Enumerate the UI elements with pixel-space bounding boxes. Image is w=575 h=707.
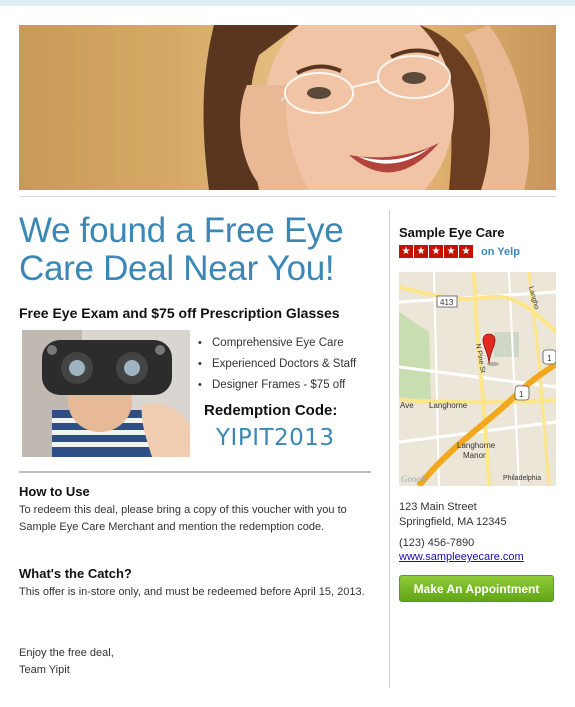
star-icon: ★ (429, 245, 443, 258)
section-divider (19, 471, 371, 473)
star-icon: ★ (399, 245, 413, 258)
yelp-rating-stars: ★ ★ ★ ★ ★ (399, 245, 473, 258)
merchant-name: Sample Eye Care (399, 225, 505, 240)
make-appointment-button[interactable]: Make An Appointment (399, 575, 554, 602)
address-line: 123 Main Street (399, 501, 477, 513)
catch-text: This offer is in-store only, and must be… (19, 586, 365, 598)
merchant-website-link[interactable]: www.sampleeyecare.com (399, 551, 524, 563)
merchant-phone: (123) 456-7890 (399, 537, 475, 549)
hero-banner-image (19, 25, 556, 190)
list-item: • Experienced Doctors & Staff (198, 358, 357, 370)
top-divider (19, 196, 556, 197)
top-strip (0, 0, 575, 6)
map-label: Langhorne (457, 441, 496, 450)
signoff: Enjoy the free deal, Team Yipit (19, 645, 319, 679)
star-icon: ★ (444, 245, 458, 258)
map-label: Philadelphia (503, 475, 541, 482)
signoff-line: Enjoy the free deal, (19, 647, 114, 659)
map-label: 413 (440, 298, 454, 307)
map-label: Google (401, 474, 428, 484)
eye-exam-photo (22, 330, 190, 457)
feature-list: • Comprehensive Eye Care • Experienced Doc… (198, 333, 356, 396)
location-map[interactable]: 413 N Pine St Langhorne Ave 1 1 Langhorn… (399, 272, 556, 486)
address-line: Springfield, MA 12345 (399, 516, 507, 528)
map-label: 1 (547, 354, 552, 363)
redemption-code: YIPIT2013 (216, 425, 335, 451)
list-item: • Comprehensive Eye Care (198, 337, 344, 349)
signoff-signature: Team Yipit (19, 664, 70, 676)
map-label: Manor (463, 451, 486, 460)
how-to-use-text: To redeem this deal, please bring a copy… (19, 504, 347, 533)
yelp-link[interactable]: on Yelp (481, 246, 520, 258)
map-label: Langhorne (429, 401, 468, 410)
offer-title: Free Eye Exam and $75 off Prescription G… (19, 305, 340, 321)
list-item: • Designer Frames - $75 off (198, 379, 346, 391)
how-to-use-heading: How to Use (19, 484, 90, 499)
map-label: 1 (519, 390, 524, 399)
redemption-code-label: Redemption Code: (204, 402, 338, 419)
page-headline: We found a Free Eye Care Deal Near You! (19, 211, 344, 288)
column-divider (389, 210, 390, 688)
catch-heading: What's the Catch? (19, 566, 132, 581)
map-label: Ave (400, 401, 414, 410)
merchant-address: 123 Main Street Springfield, MA 12345 (399, 500, 507, 530)
star-icon: ★ (459, 245, 473, 258)
star-icon: ★ (414, 245, 428, 258)
